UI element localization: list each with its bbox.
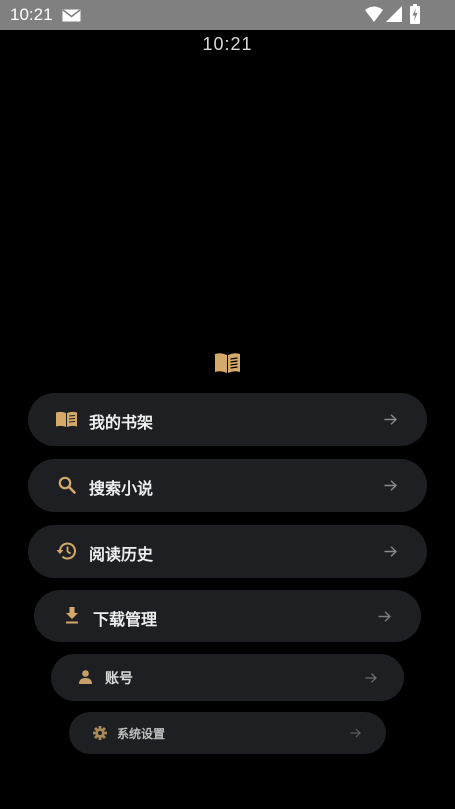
menu-item-history[interactable]: 阅读历史 [28,525,427,578]
menu-item-search[interactable]: 搜索小说 [28,459,427,512]
arrow-right-icon [365,673,377,683]
person-icon [79,670,92,684]
signal-icon [386,6,402,22]
arrow-right-icon [350,728,361,738]
menu-item-label: 账号 [105,671,133,687]
app-screen: 10:21 10:21 我的书架 搜索小说 阅读历史 下载管理 账号 系统设置 [0,0,455,809]
arrow-right-icon [384,546,397,557]
gear-icon [93,726,107,740]
status-time: 10:21 [10,5,53,24]
arrow-right-icon [384,480,397,491]
menu-item-label: 系统设置 [117,727,166,741]
book-open-icon [215,353,240,373]
mail-icon [62,9,81,22]
clock-text: 10:21 [202,34,253,54]
wifi-icon [365,6,383,22]
menu-item-account[interactable]: 账号 [51,654,404,701]
menu-item-bookshelf[interactable]: 我的书架 [28,393,427,446]
menu-item-label: 搜索小说 [89,479,154,498]
history-icon [56,542,76,560]
menu-item-label: 下载管理 [93,610,158,629]
status-bar: 10:21 [0,0,455,30]
arrow-right-icon [384,414,397,425]
arrow-right-icon [378,611,391,622]
menu-item-label: 我的书架 [89,413,154,432]
menu-item-label: 阅读历史 [89,545,154,564]
book-open-icon [56,411,77,427]
search-icon [58,476,76,494]
download-icon [66,607,78,624]
menu-item-settings[interactable]: 系统设置 [69,712,386,754]
menu-item-download[interactable]: 下载管理 [34,590,421,642]
battery-charging-icon [410,4,420,24]
